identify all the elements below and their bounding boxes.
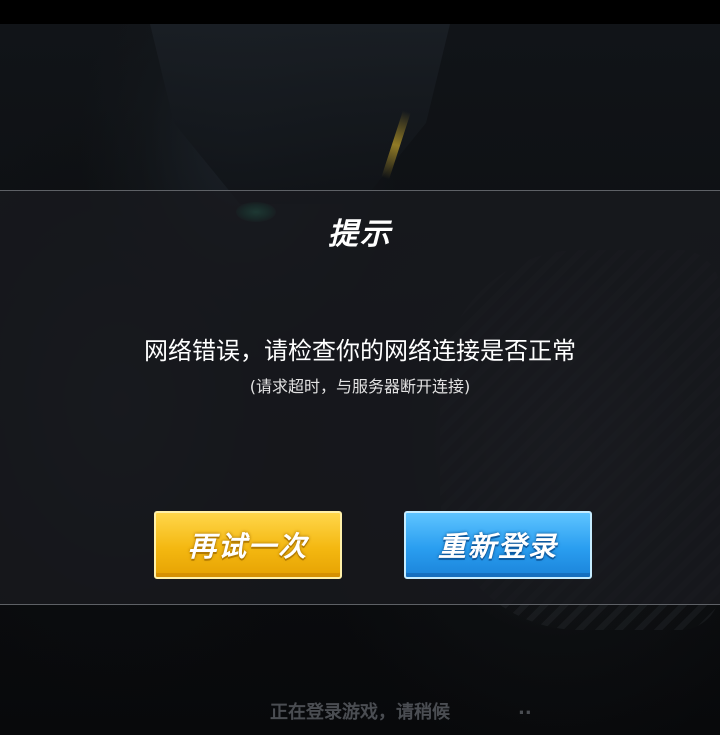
error-detail: (请求超时，与服务器断开连接) <box>249 377 471 396</box>
relogin-button[interactable]: 重新登录 <box>404 511 592 579</box>
loading-status-text: 正在登录游戏，请稍候 <box>270 702 450 723</box>
loading-dots: .. <box>518 698 532 719</box>
dialog-title: 提示 <box>328 217 392 252</box>
relogin-button-label: 重新登录 <box>437 530 558 563</box>
network-error-dialog: 提示 网络错误，请检查你的网络连接是否正常 (请求超时，与服务器断开连接) 再试… <box>0 190 720 605</box>
retry-button-label: 再试一次 <box>187 530 308 563</box>
top-black-bar <box>0 0 720 24</box>
retry-button[interactable]: 再试一次 <box>154 511 342 579</box>
error-message: 网络错误，请检查你的网络连接是否正常 <box>144 337 576 365</box>
